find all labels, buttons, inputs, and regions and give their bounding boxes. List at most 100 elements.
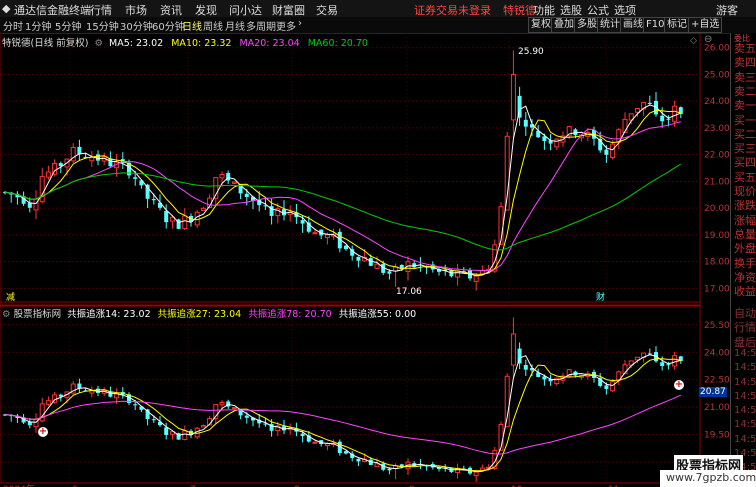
- candle-body-up: [634, 356, 640, 361]
- menu-bar: ◆ 通达信金融终端 行情 市场 资讯 发现 问小达 财富圈 交易 证券交易未登录…: [0, 0, 756, 18]
- kline-chart[interactable]: 26.00 25.00 24.00 23.00 22.00 21.00 20.00 19.00…: [0, 33, 730, 487]
- indicator-axis-label: 21.00: [704, 403, 730, 413]
- candle-body-up: [231, 407, 237, 410]
- candle-body-down: [356, 256, 361, 261]
- menu-item[interactable]: 发现: [195, 2, 217, 18]
- period-button-active[interactable]: 日线: [182, 18, 202, 33]
- quote-panel-lower-label: 14:50: [734, 347, 756, 359]
- period-toolbar: 分时 1分钟 5分钟 15分钟 30分钟 60分钟 日线 周线 月线 多周期 更…: [0, 17, 756, 34]
- candle-body-down: [151, 419, 156, 421]
- candle-body-up: [219, 401, 225, 406]
- candle-body-down: [244, 193, 249, 197]
- candle-body-down: [164, 210, 169, 223]
- candle-body-down: [647, 353, 652, 355]
- candle-body-down: [604, 149, 609, 155]
- mark-button[interactable]: 标记: [664, 17, 690, 33]
- ma20-line: [4, 121, 681, 272]
- candle-body-up: [324, 443, 330, 447]
- price-axis-label: 22.00: [704, 151, 730, 161]
- menu-item[interactable]: 资讯: [160, 2, 182, 18]
- candle-body-down: [133, 404, 138, 406]
- candle-body-up: [45, 400, 51, 405]
- candle-body-down: [647, 102, 652, 104]
- indicator-line-1-path: [4, 354, 681, 473]
- candle-body-up: [634, 107, 640, 113]
- tag-reduce: 减: [6, 293, 16, 303]
- period-button[interactable]: 60分钟: [152, 18, 185, 33]
- indicator-axis-label: 24.00: [704, 348, 730, 358]
- candle-body-down: [164, 427, 169, 436]
- ma60-line: [4, 163, 682, 251]
- price-axis-label: 19.00: [704, 231, 730, 241]
- candle-body-up: [219, 173, 225, 179]
- low-price-marker: 17.06: [396, 287, 422, 297]
- period-button[interactable]: 1分钟: [25, 18, 51, 33]
- tag-finance: 财: [596, 293, 606, 303]
- candle-body-up: [510, 73, 516, 121]
- period-button[interactable]: 5分钟: [55, 18, 81, 33]
- menu-item[interactable]: 问小达: [229, 2, 262, 18]
- add-watchlist-button[interactable]: +自选: [688, 17, 723, 33]
- price-axis-label: 25.00: [704, 70, 730, 80]
- candle-body-up: [610, 143, 616, 158]
- menu-item-options[interactable]: 选项: [614, 2, 636, 18]
- candle-body-down: [523, 365, 528, 370]
- login-notice[interactable]: 证券交易未登录: [414, 2, 491, 18]
- candle-body-up: [312, 232, 318, 235]
- candle-body-up: [510, 333, 516, 366]
- menu-item[interactable]: 市场: [125, 2, 147, 18]
- indicator-current-value: 20.87: [699, 387, 727, 397]
- app-title: 通达信金融终端: [14, 4, 91, 17]
- candle-body-up: [312, 441, 318, 444]
- high-price-marker: 25.90: [518, 47, 544, 57]
- candle-body-up: [554, 138, 560, 148]
- buy-signal-icon: +: [674, 379, 684, 390]
- candle-body-up: [200, 425, 206, 428]
- watermark-url: www.7gpzb.com: [666, 471, 756, 484]
- more-arrow-icon[interactable]: ›: [298, 18, 302, 29]
- main-chart-frame: [0, 33, 701, 306]
- menu-item[interactable]: 财富圈: [272, 2, 305, 18]
- candle-body-up: [672, 355, 678, 367]
- period-button-more[interactable]: 更多: [276, 18, 296, 33]
- candle-body-up: [324, 234, 330, 239]
- menu-item[interactable]: 行情: [90, 2, 112, 18]
- candle-body-up: [231, 181, 237, 184]
- menu-item-formula[interactable]: 公式: [587, 2, 609, 18]
- menu-item-function[interactable]: 功能: [533, 2, 555, 18]
- guest-user[interactable]: 游客: [716, 2, 738, 18]
- candle-body-up: [39, 176, 45, 203]
- period-button[interactable]: 月线: [225, 18, 245, 33]
- period-button[interactable]: 周线: [203, 18, 223, 33]
- candle-body-up: [374, 463, 380, 468]
- candle-body-up: [182, 430, 188, 440]
- period-button[interactable]: 分时: [3, 18, 23, 33]
- period-button[interactable]: 30分钟: [120, 18, 153, 33]
- menu-item[interactable]: 交易: [316, 2, 338, 18]
- quote-panel-lower-label: 14:50: [734, 405, 756, 417]
- candle-body-down: [356, 458, 361, 462]
- candle-body-up: [473, 471, 479, 477]
- indicator-axis-label: 22.50: [704, 376, 730, 386]
- candle-body-down: [300, 433, 305, 437]
- candle-body-down: [660, 362, 665, 366]
- candle-body-down: [96, 154, 100, 161]
- candle-body-up: [200, 207, 206, 211]
- price-axis-label: 20.00: [704, 204, 730, 214]
- price-axis-label: 18.00: [704, 258, 730, 268]
- candle-body-down: [151, 199, 156, 201]
- quote-panel-lower-label: 14:50: [734, 376, 756, 388]
- candle-body-down: [666, 364, 671, 366]
- candle-body-up: [45, 171, 51, 178]
- price-axis-label: 21.00: [704, 177, 730, 187]
- price-axis-label: 23.00: [704, 124, 730, 134]
- candle-body-down: [244, 415, 249, 418]
- candle-body-up: [89, 156, 95, 162]
- quote-panel-lower-label: 14:50: [734, 362, 756, 374]
- period-button[interactable]: 多周期: [246, 18, 276, 33]
- quote-panel-lower-label: 14:50: [734, 433, 756, 445]
- menu-item-pick-stock[interactable]: 选股: [560, 2, 582, 18]
- candle-body-up: [473, 275, 479, 282]
- period-button[interactable]: 15分钟: [86, 18, 119, 33]
- indicator-axis-label: 25.50: [704, 321, 730, 331]
